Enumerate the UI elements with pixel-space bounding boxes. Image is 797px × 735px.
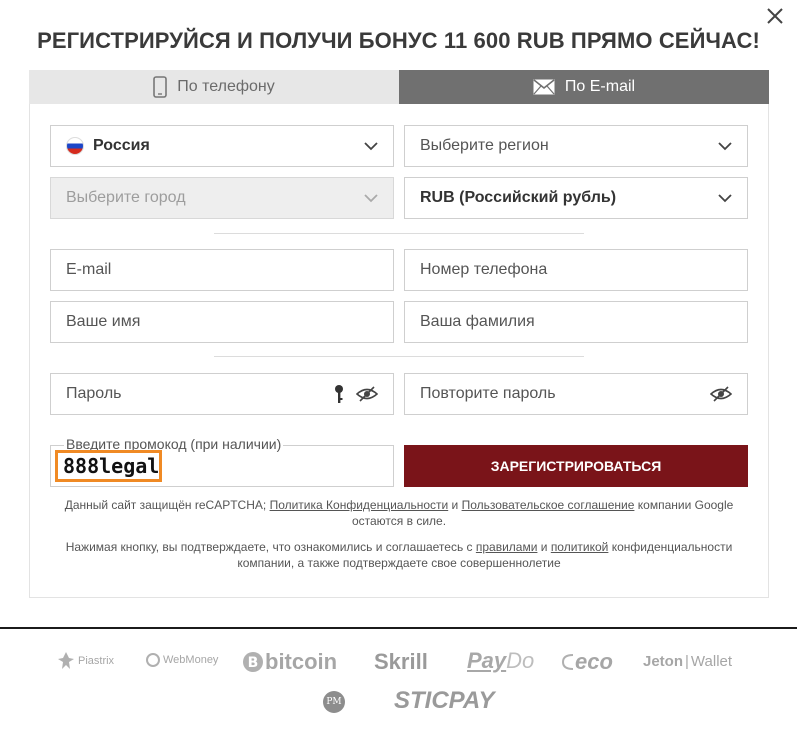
webmoney-text: WebMoney — [163, 654, 219, 666]
webmoney-logo: WebMoney — [146, 653, 218, 667]
phone-field[interactable]: Номер телефона — [404, 249, 748, 291]
password-repeat-field[interactable]: Повторите пароль — [404, 373, 748, 415]
city-select: Выберите город — [50, 177, 394, 219]
registration-tabs: По телефону По E-mail — [29, 70, 769, 104]
pm-text: PM — [326, 697, 342, 707]
chevron-down-icon — [718, 193, 732, 203]
password-repeat-placeholder: Повторите пароль — [420, 385, 556, 402]
password-placeholder: Пароль — [66, 385, 122, 402]
perfect-money-logo: PM — [322, 690, 346, 714]
agreement-note: Нажимая кнопку, вы подтверждаете, что оз… — [50, 539, 748, 571]
last-name-field[interactable]: Ваша фамилия — [404, 301, 748, 343]
region-select[interactable]: Выберите регион — [404, 125, 748, 167]
last-name-placeholder: Ваша фамилия — [420, 313, 535, 330]
tab-email[interactable]: По E-mail — [399, 70, 769, 104]
agreement-text: Нажимая кнопку, вы подтверждаете, что оз… — [65, 540, 476, 554]
key-icon[interactable] — [334, 384, 344, 404]
webmoney-icon — [146, 653, 160, 667]
country-select[interactable]: Россия — [50, 125, 394, 167]
svg-text:B: B — [248, 655, 259, 671]
chevron-down-icon — [364, 193, 378, 203]
jeton-separator: | — [685, 653, 689, 670]
jeton-text: Jeton — [643, 653, 684, 670]
divider — [214, 233, 584, 234]
jeton-wallet-logo: Jeton | Wallet — [643, 653, 732, 670]
eco-icon — [561, 654, 574, 670]
bitcoin-logo: B bitcoin — [242, 649, 337, 675]
paydo-do-text: Do — [506, 648, 535, 673]
terms-link[interactable]: Пользовательское соглашение — [462, 498, 635, 512]
eye-hidden-icon[interactable] — [356, 386, 378, 402]
privacy-policy-link[interactable]: Политика Конфиденциальности — [270, 498, 449, 512]
wallet-text: Wallet — [690, 653, 733, 670]
city-placeholder: Выберите город — [66, 189, 186, 206]
currency-value: RUB (Российский рубль) — [420, 189, 617, 206]
sticpay-logo: STICPAY — [394, 687, 495, 714]
promo-code-value[interactable]: 888legal — [55, 450, 162, 482]
currency-select[interactable]: RUB (Российский рубль) — [404, 177, 748, 219]
tab-phone[interactable]: По телефону — [29, 70, 399, 104]
chevron-down-icon — [718, 141, 732, 151]
eco-text: eco — [575, 649, 613, 674]
eye-hidden-icon[interactable] — [710, 386, 732, 402]
skrill-logo: Skrill — [374, 649, 428, 674]
eco-logo: eco — [561, 649, 613, 675]
recaptcha-text: Данный сайт защищён reCAPTCHA; — [64, 498, 270, 512]
divider — [214, 356, 584, 357]
country-value: Россия — [93, 137, 150, 154]
first-name-field[interactable]: Ваше имя — [50, 301, 394, 343]
email-placeholder: E-mail — [66, 261, 112, 278]
chevron-down-icon — [364, 141, 378, 151]
dialog-title: РЕГИСТРИРУЙСЯ И ПОЛУЧИ БОНУС 11 600 RUB … — [37, 28, 760, 53]
piastrix-text: Piastrix — [78, 655, 115, 667]
close-icon — [767, 8, 783, 24]
and-text: и — [537, 540, 551, 554]
paydo-logo: Pay Do — [467, 648, 534, 674]
register-button[interactable]: ЗАРЕГИСТРИРОВАТЬСЯ — [404, 445, 748, 487]
tab-email-label: По E-mail — [564, 78, 636, 95]
paydo-pay-text: Pay — [467, 648, 507, 673]
and-text: и — [448, 498, 462, 512]
rules-link[interactable]: правилами — [476, 540, 538, 554]
tab-phone-label: По телефону — [177, 78, 275, 95]
email-field[interactable]: E-mail — [50, 249, 394, 291]
privacy-policy-short-link[interactable]: политикой — [551, 540, 609, 554]
payment-methods: Piastrix WebMoney B bitcoin Skrill Pay Do… — [0, 627, 797, 735]
recaptcha-note: Данный сайт защищён reCAPTCHA; Политика … — [50, 497, 748, 529]
phone-placeholder: Номер телефона — [420, 261, 548, 278]
close-button[interactable] — [763, 4, 787, 28]
piastrix-logo: Piastrix — [57, 651, 114, 671]
region-placeholder: Выберите регион — [420, 137, 549, 154]
bitcoin-icon: B — [243, 652, 263, 672]
piastrix-icon — [58, 652, 74, 669]
phone-icon — [153, 76, 168, 98]
bitcoin-text: bitcoin — [265, 649, 338, 674]
russia-flag-icon — [66, 137, 84, 155]
password-field[interactable]: Пароль — [50, 373, 394, 415]
first-name-placeholder: Ваше имя — [66, 313, 141, 330]
envelope-icon — [533, 79, 555, 95]
